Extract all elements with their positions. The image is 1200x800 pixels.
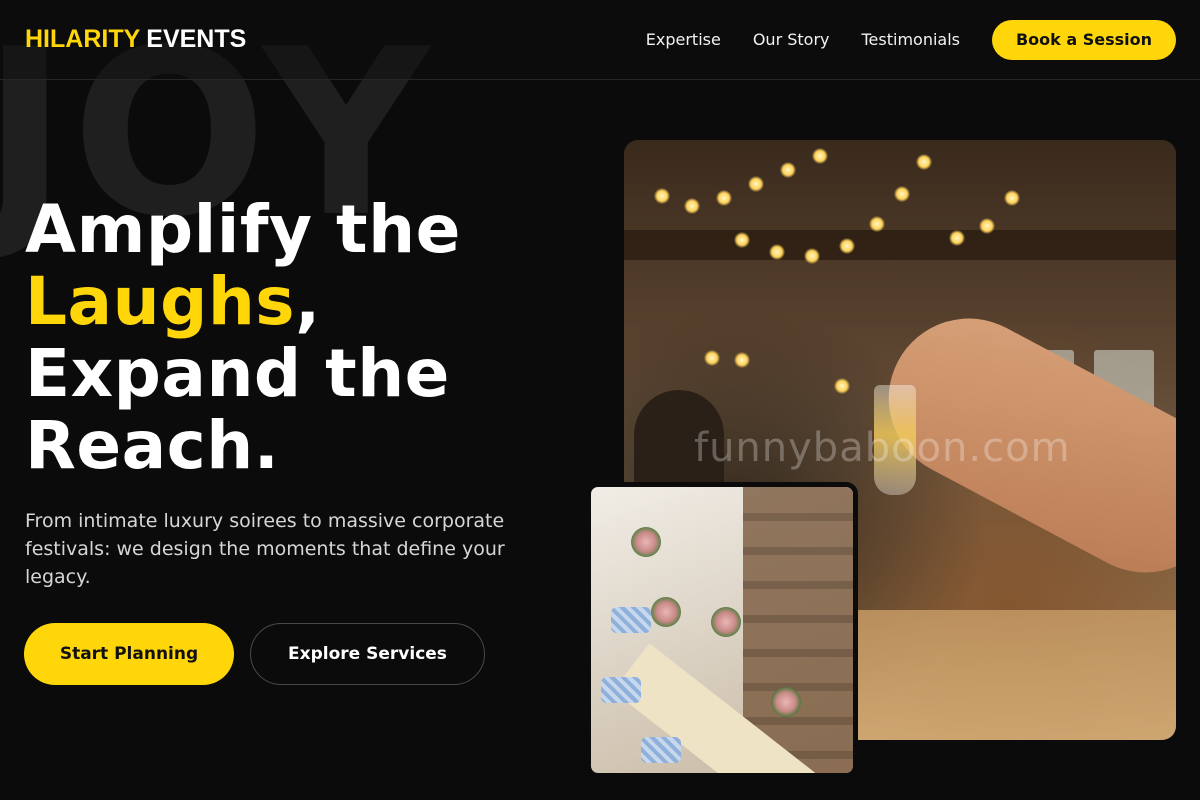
- string-light: [894, 186, 910, 202]
- nav-links: Expertise Our Story Testimonials Book a …: [614, 19, 1176, 60]
- brand-logo[interactable]: HILARITY EVENTS: [25, 25, 246, 54]
- string-light: [704, 350, 720, 366]
- string-light: [834, 378, 850, 394]
- flower-arrangement: [651, 597, 681, 627]
- hero-title-line4: Reach.: [25, 407, 280, 484]
- brand-highlight: HILARITY: [25, 25, 141, 53]
- brand-rest: EVENTS: [146, 25, 247, 53]
- string-light: [734, 352, 750, 368]
- image-watermark: funnybaboon.com: [694, 425, 1071, 471]
- string-light: [748, 176, 764, 192]
- napkin: [601, 677, 641, 703]
- flower-arrangement: [711, 607, 741, 637]
- start-planning-button[interactable]: Start Planning: [24, 623, 234, 685]
- string-light: [684, 198, 700, 214]
- string-light: [1004, 190, 1020, 206]
- table-setting-photo: [588, 484, 856, 776]
- hero-title: Amplify the Laughs, Expand the Reach.: [25, 194, 461, 482]
- string-light: [916, 154, 932, 170]
- nav-link-our-story[interactable]: Our Story: [753, 30, 830, 49]
- explore-services-button[interactable]: Explore Services: [250, 623, 485, 685]
- string-light: [769, 244, 785, 260]
- hero-title-highlight: Laughs: [25, 263, 296, 340]
- string-light: [734, 232, 750, 248]
- table-shape: [824, 610, 1176, 740]
- navbar: HILARITY EVENTS Expertise Our Story Testi…: [0, 0, 1200, 80]
- napkin: [641, 737, 681, 763]
- flower-arrangement: [631, 527, 661, 557]
- book-session-button[interactable]: Book a Session: [992, 19, 1176, 60]
- string-light: [839, 238, 855, 254]
- ceiling-beam: [624, 230, 1176, 260]
- string-light: [979, 218, 995, 234]
- string-light: [804, 248, 820, 264]
- page: JOY HILARITY EVENTS Expertise Our Story T…: [0, 0, 1200, 800]
- nav-link-expertise[interactable]: Expertise: [646, 30, 721, 49]
- string-light: [780, 162, 796, 178]
- flower-arrangement: [771, 687, 801, 717]
- string-light: [869, 216, 885, 232]
- hero-title-line1: Amplify the: [25, 191, 461, 268]
- hero-title-line3: Expand the: [25, 335, 450, 412]
- string-light: [812, 148, 828, 164]
- string-light: [716, 190, 732, 206]
- string-light: [654, 188, 670, 204]
- nav-link-testimonials[interactable]: Testimonials: [862, 30, 961, 49]
- string-light: [949, 230, 965, 246]
- napkin: [611, 607, 651, 633]
- hero-subtitle: From intimate luxury soirees to massive …: [25, 510, 505, 588]
- hero-title-comma: ,: [295, 263, 321, 340]
